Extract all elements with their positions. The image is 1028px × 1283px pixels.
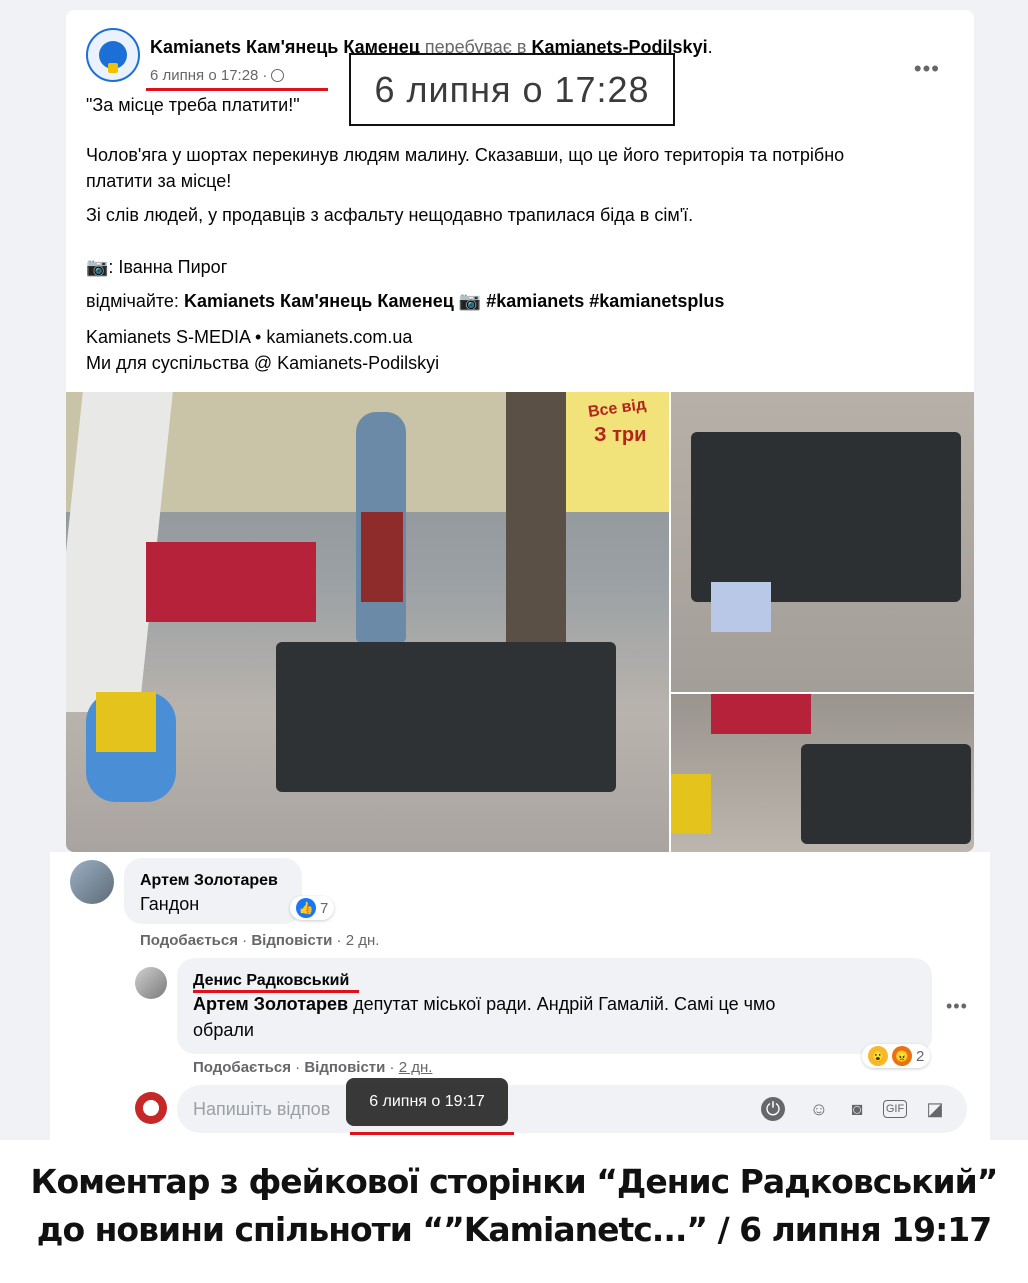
camera-icon[interactable]: ◙ [845, 1097, 869, 1121]
reply-button[interactable]: Відповісти [304, 1059, 385, 1076]
caption-line-1: Коментар з фейкової сторінки “Денис Радк… [30, 1162, 999, 1201]
wow-icon: 😮 [868, 1046, 888, 1066]
red-tablecloth [711, 694, 811, 734]
post-paragraph-2: Зі слів людей, у продавців з асфальту не… [86, 205, 694, 225]
plastic-punnets [711, 582, 771, 632]
comment-text: Гандон [140, 894, 200, 914]
tree-trunk [506, 392, 566, 652]
tag-line: відмічайте: Kamianets Кам'янець Каменец … [86, 288, 724, 314]
author-underline [193, 990, 359, 993]
footer-line-2: Ми для суспільства @ Kamianets-Podilskyi [86, 353, 440, 373]
yellow-canister [96, 692, 156, 752]
balloon-logo-icon [99, 41, 127, 73]
kiosk-sign-text-top: Все від [587, 396, 648, 421]
angry-icon: 😠 [892, 1046, 912, 1066]
comment-author[interactable]: Денис Радковський [193, 972, 349, 990]
overturned-crates [276, 642, 616, 792]
reaction-count: 7 [320, 899, 329, 917]
comment-age[interactable]: 2 дн. [399, 1059, 433, 1076]
like-button[interactable]: Подобається [193, 1059, 291, 1076]
like-button[interactable]: Подобається [140, 932, 238, 949]
reaction-count: 2 [916, 1047, 925, 1065]
comment-actions: Подобається · Відповісти · 2 дн. [140, 932, 380, 949]
reply-input[interactable]: Напишіть відпов ⏻ ☺ ◙ GIF ◪ [177, 1085, 967, 1133]
kiosk-sign: Все від З три [566, 392, 669, 512]
post-paragraph-1b: платити за місце! [86, 171, 232, 191]
avatar[interactable] [135, 967, 167, 999]
tag-links[interactable]: Kamianets Кам'янець Каменец 📷 #kamianets… [184, 291, 724, 311]
kiosk-sign-text-bottom: З три [594, 424, 647, 446]
caption-panel: Коментар з фейкової сторінки “Денис Радк… [0, 1140, 1028, 1283]
avatar-sticker-icon[interactable]: ⏻ [761, 1097, 785, 1121]
page-avatar[interactable] [86, 28, 140, 82]
comment-author[interactable]: Артем Золотарев [140, 872, 278, 890]
tag-prefix: відмічайте: [86, 291, 179, 311]
comment-more-button[interactable]: ••• [946, 996, 976, 1017]
globe-icon [271, 69, 285, 82]
like-icon: 👍 [296, 898, 316, 918]
timestamp-underline [146, 88, 328, 91]
reaction-summary[interactable]: 😮 😠 2 [862, 1044, 931, 1068]
emoji-icon[interactable]: ☺ [807, 1097, 831, 1121]
tooltip-underline [350, 1132, 514, 1135]
caption-line-2: до новини спільноти “”Kamianetc...” / 6 … [36, 1210, 992, 1249]
avatar[interactable] [135, 1092, 167, 1124]
post-meta: 6 липня о 17:28 · [150, 67, 285, 84]
crates-pile [801, 744, 971, 844]
photo-bottom-right[interactable] [671, 694, 974, 852]
mention-link[interactable]: Артем Золотарев [193, 994, 348, 1014]
crates-pile [691, 432, 961, 602]
post-timestamp[interactable]: 6 липня о 17:28 [150, 67, 258, 84]
post-card: Kamianets Кам'янець Каменец перебуває в … [66, 10, 974, 852]
gif-icon[interactable]: GIF [883, 1100, 907, 1118]
post-paragraph-1a: Чолов'яга у шортах перекинув людям малин… [86, 145, 845, 165]
meta-separator: · [262, 67, 268, 84]
reply-input-placeholder: Напишіть відпов [193, 1099, 331, 1119]
sticker-icon[interactable]: ◪ [923, 1097, 947, 1121]
comment-text-line-1: Артем Золотарев депутат міської ради. Ан… [193, 994, 775, 1015]
reply-button[interactable]: Відповісти [251, 932, 332, 949]
photo-credit: 📷: Іванна Пирог [86, 257, 228, 277]
timestamp-zoom-callout: 6 липня о 17:28 [349, 53, 675, 126]
comment-text-line-2: обрали [193, 1020, 254, 1040]
footer-line-1: Kamianets S-MEDIA • kamianets.com.ua [86, 327, 413, 347]
reaction-summary[interactable]: 👍 7 [290, 896, 335, 920]
red-apron [361, 512, 403, 602]
location-suffix: . [707, 37, 713, 57]
red-tablecloth [146, 542, 316, 622]
photo-main[interactable]: Все від З три [66, 392, 669, 852]
timestamp-tooltip: 6 липня о 19:17 [346, 1078, 508, 1126]
comment-text: депутат міської ради. Андрій Гамалій. Са… [353, 994, 776, 1014]
yellow-canister [671, 774, 711, 834]
comment-actions: Подобається · Відповісти · 2 дн. [193, 1059, 433, 1076]
comment-age[interactable]: 2 дн. [346, 932, 380, 949]
more-options-button[interactable]: ••• [914, 56, 940, 82]
avatar[interactable] [70, 860, 114, 904]
photo-top-right[interactable] [671, 392, 974, 692]
comments-section: Артем Золотарев Гандон 👍 7 Подобається ·… [50, 852, 990, 1140]
post-quote: "За місце треба платити!" [86, 95, 300, 115]
